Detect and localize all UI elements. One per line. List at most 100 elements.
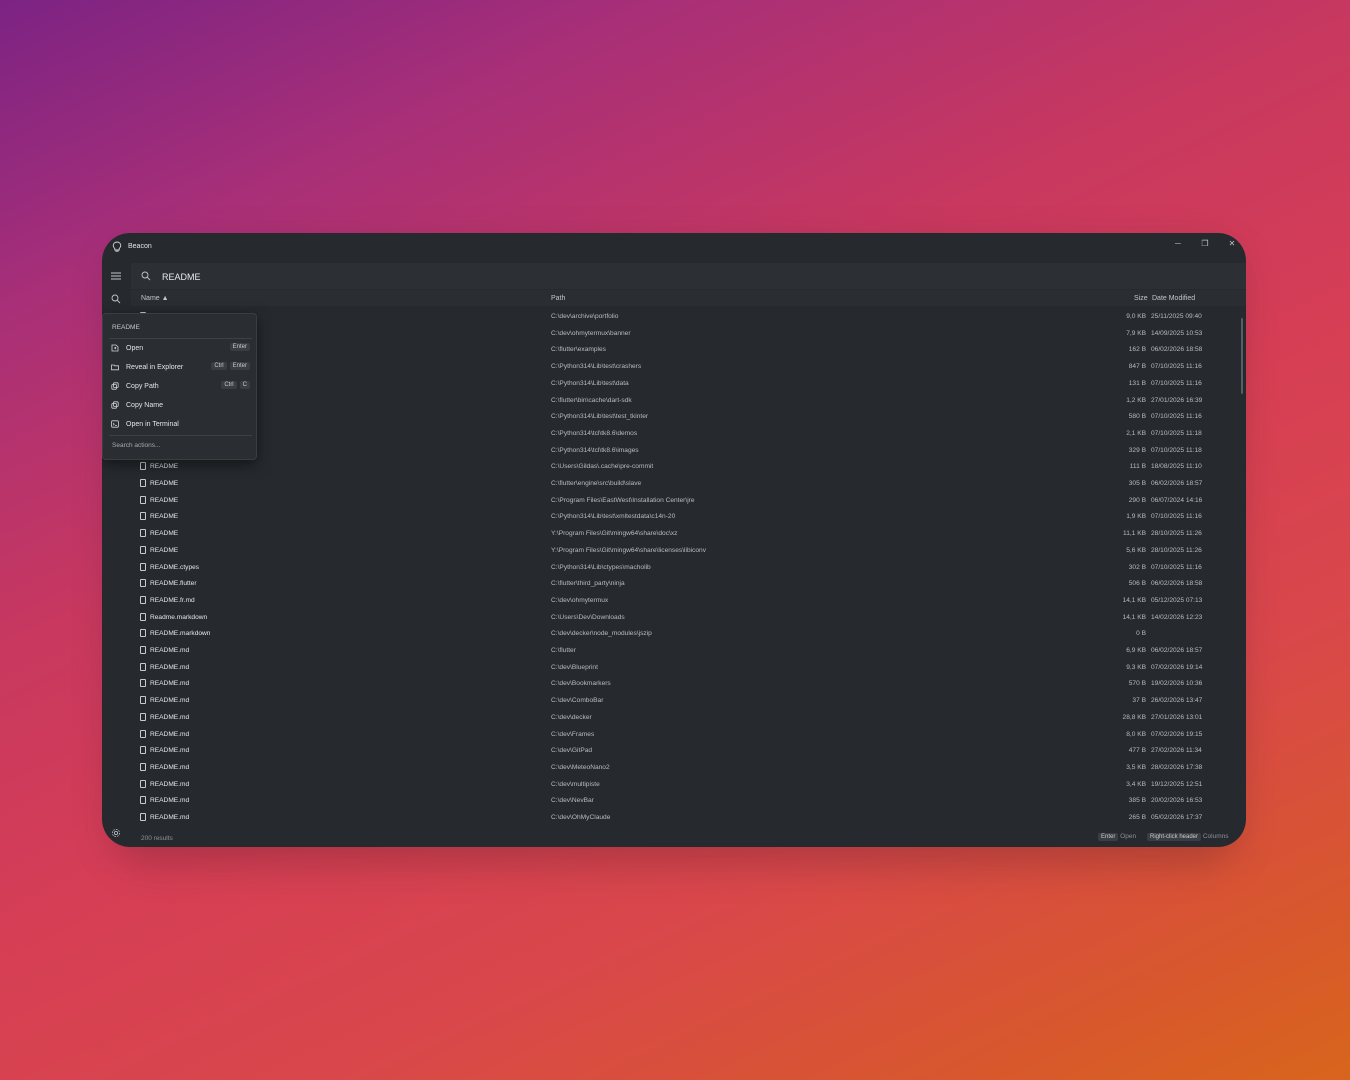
file-path: C:\flutter\bin\cache\dart-sdk — [551, 396, 632, 404]
menu-item-copy-name[interactable]: Copy Name — [107, 397, 254, 414]
table-row[interactable]: README C:\Python314\Lib\test\xmltestdata\… — [131, 508, 1236, 525]
search-icon — [111, 294, 121, 304]
status-bar: 200 results Enter Open Right-click heade… — [131, 830, 1246, 847]
file-size: 9,0 KB — [1126, 313, 1146, 320]
file-date: 07/10/2025 11:16 — [1151, 563, 1202, 571]
table-row[interactable]: C:\Python314\Lib\test\data 131 B 07/10/202… — [131, 375, 1236, 392]
table-row[interactable]: C:\Python314\tcl\tk8.6\demos 2,1 KB 07/10/… — [131, 425, 1236, 442]
table-row[interactable]: README.md C:\dev\Blueprint 9,3 KB 07/02/202… — [131, 659, 1236, 676]
file-size: 329 B — [1128, 446, 1146, 454]
table-row[interactable]: README.md C:\dev\GitPad 477 B 27/02/2026 11… — [131, 742, 1236, 759]
table-row[interactable]: C:\Python314\Lib\test\crashers 847 B 07/10… — [131, 358, 1236, 375]
copy-icon — [111, 401, 119, 409]
file-size: 3,5 KB — [1126, 763, 1146, 771]
table-row[interactable]: C:\flutter\bin\cache\dart-sdk 1,2 KB 27/01… — [131, 392, 1236, 409]
open-file-icon — [111, 344, 119, 352]
scrollbar-thumb[interactable] — [1241, 318, 1243, 394]
table-row[interactable]: README C:\flutter\engine\src\build\slave 3… — [131, 475, 1236, 492]
file-size: 290 B — [1128, 496, 1146, 504]
file-icon — [140, 495, 146, 504]
menu-item-copy-path[interactable]: Copy Path Ctrl C — [107, 378, 254, 395]
file-name: README.md — [150, 763, 190, 771]
file-date: 28/02/2026 17:38 — [1151, 763, 1203, 771]
column-header[interactable]: Name ▲ Path Size Date Modified — [131, 290, 1246, 306]
file-icon — [140, 796, 146, 805]
menu-item-open-in-terminal[interactable]: Open in Terminal — [107, 416, 254, 433]
table-row[interactable]: README.md C:\dev\NevBar 385 B 20/02/2026 16… — [131, 792, 1236, 809]
file-name: README.fr.md — [150, 596, 195, 604]
file-date: 07/10/2025 11:18 — [1151, 446, 1202, 454]
menu-button[interactable] — [109, 269, 123, 283]
file-date: 27/01/2026 13:01 — [1151, 713, 1203, 721]
column-size-header[interactable]: Size — [1134, 295, 1148, 302]
file-size: 28,8 KB — [1122, 713, 1146, 721]
shortcut-key: Enter — [229, 343, 250, 351]
file-name: README — [150, 496, 179, 504]
table-row[interactable]: README.fr.md C:\dev\ohmytermux 14,1 KB 05/1… — [131, 592, 1236, 609]
file-path: C:\flutter\engine\src\build\slave — [551, 480, 642, 487]
table-row[interactable]: C:\flutter\examples 162 B 06/02/2026 18:58 — [131, 341, 1236, 358]
table-row[interactable]: README Y:\Program Files\Git\mingw64\share… — [131, 542, 1236, 559]
table-row[interactable]: C:\dev\archive\portfolio 9,0 KB 25/11/2025… — [131, 308, 1236, 325]
file-size: 5,6 KB — [1126, 546, 1146, 554]
table-row[interactable]: README.md C:\dev\ComboBar 37 B 26/02/2026 1… — [131, 692, 1236, 709]
file-path: C:\dev\Frames — [551, 730, 595, 738]
file-path: C:\dev\Blueprint — [551, 663, 598, 671]
column-name-header[interactable]: Name ▲ — [141, 295, 169, 302]
table-row[interactable]: README C:\Program Files\EastWest\Installa… — [131, 492, 1236, 509]
file-icon — [140, 662, 146, 671]
close-button[interactable]: ✕ — [1223, 237, 1241, 251]
divider — [109, 338, 252, 339]
table-row[interactable]: README.md C:\dev\OhMyClaude 265 B 05/02/202… — [131, 809, 1236, 826]
file-date: 07/10/2025 11:16 — [1151, 513, 1202, 521]
search-bar[interactable]: README — [131, 263, 1246, 289]
menu-item-reveal-in-explorer[interactable]: Reveal in Explorer Ctrl Enter — [107, 359, 254, 376]
file-path: C:\dev\archive\portfolio — [551, 313, 619, 320]
table-row[interactable]: README.md C:\dev\MeteoNano2 3,5 KB 28/02/20… — [131, 759, 1236, 776]
table-row[interactable]: README Y:\Program Files\Git\mingw64\share… — [131, 525, 1236, 542]
table-row[interactable]: README C:\Users\Gildas\.cache\pre-commit 1… — [131, 458, 1236, 475]
file-path: Y:\Program Files\Git\mingw64\share\doc\x… — [551, 530, 678, 538]
hamburger-icon — [111, 272, 121, 280]
table-row[interactable]: README.md C:\flutter 6,9 KB 06/02/2026 18:5… — [131, 642, 1236, 659]
maximize-button[interactable]: ❐ — [1196, 237, 1214, 251]
search-mode-button[interactable] — [109, 292, 123, 306]
column-date-header[interactable]: Date Modified — [1152, 295, 1195, 302]
file-icon — [140, 562, 146, 571]
file-name: README.md — [150, 797, 190, 805]
file-size: 14,1 KB — [1122, 596, 1146, 604]
table-row[interactable]: C:\Python314\tcl\tk8.6\images 329 B 07/10/… — [131, 442, 1236, 459]
table-row[interactable]: README.ctypes C:\Python314\Lib\ctypes\mac… — [131, 559, 1236, 576]
table-row[interactable]: README.flutter C:\flutter\third_party\nin… — [131, 575, 1236, 592]
app-title: Beacon — [128, 243, 152, 250]
file-size: 11,1 KB — [1123, 530, 1146, 538]
column-path-header[interactable]: Path — [551, 295, 565, 302]
table-row[interactable]: README.markdown C:\dev\decker\node_module… — [131, 625, 1236, 642]
table-row[interactable]: README.md C:\dev\Bookmarkers 570 B 19/02/20… — [131, 675, 1236, 692]
file-date: 14/02/2026 12:23 — [1151, 613, 1203, 621]
menu-item-open[interactable]: Open Enter — [107, 340, 254, 357]
file-name: README.md — [150, 697, 190, 705]
table-row[interactable]: README.md C:\dev\Frames 8,0 KB 07/02/2026 1… — [131, 726, 1236, 743]
result-count: 200 results — [141, 835, 173, 842]
file-size: 302 B — [1128, 563, 1146, 571]
table-row[interactable]: README.md C:\dev\decker 28,8 KB 27/01/2026 … — [131, 709, 1236, 726]
file-name: README.md — [150, 814, 190, 821]
table-row[interactable]: Readme.markdown C:\Users\Dev\Downloads 14,… — [131, 609, 1236, 626]
minimize-button[interactable]: ─ — [1169, 237, 1187, 251]
menu-item-label: Copy Path — [126, 383, 159, 390]
table-row[interactable]: C:\dev\ohmytermux\banner 7,9 KB 14/09/2025… — [131, 325, 1236, 342]
settings-button[interactable] — [109, 826, 123, 840]
file-date: 07/02/2026 19:15 — [1151, 730, 1203, 738]
file-path: C:\Python314\tcl\tk8.6\images — [551, 446, 639, 454]
file-name: README.ctypes — [150, 563, 200, 571]
menu-item-label: Open in Terminal — [126, 421, 179, 428]
file-date: 28/10/2025 11:26 — [1151, 546, 1202, 554]
action-search-input[interactable]: Search actions... — [112, 442, 160, 449]
hint-text: Open — [1120, 833, 1137, 840]
file-path: C:\Python314\Lib\test\xmltestdata\c14n-2… — [551, 513, 676, 521]
search-input[interactable]: README — [162, 272, 201, 282]
table-row[interactable]: C:\Python314\Lib\test\test_tkinter 580 B 0… — [131, 408, 1236, 425]
file-name: README — [150, 463, 179, 471]
table-row[interactable]: README.md C:\dev\multipiste 3,4 KB 19/12/20… — [131, 776, 1236, 793]
